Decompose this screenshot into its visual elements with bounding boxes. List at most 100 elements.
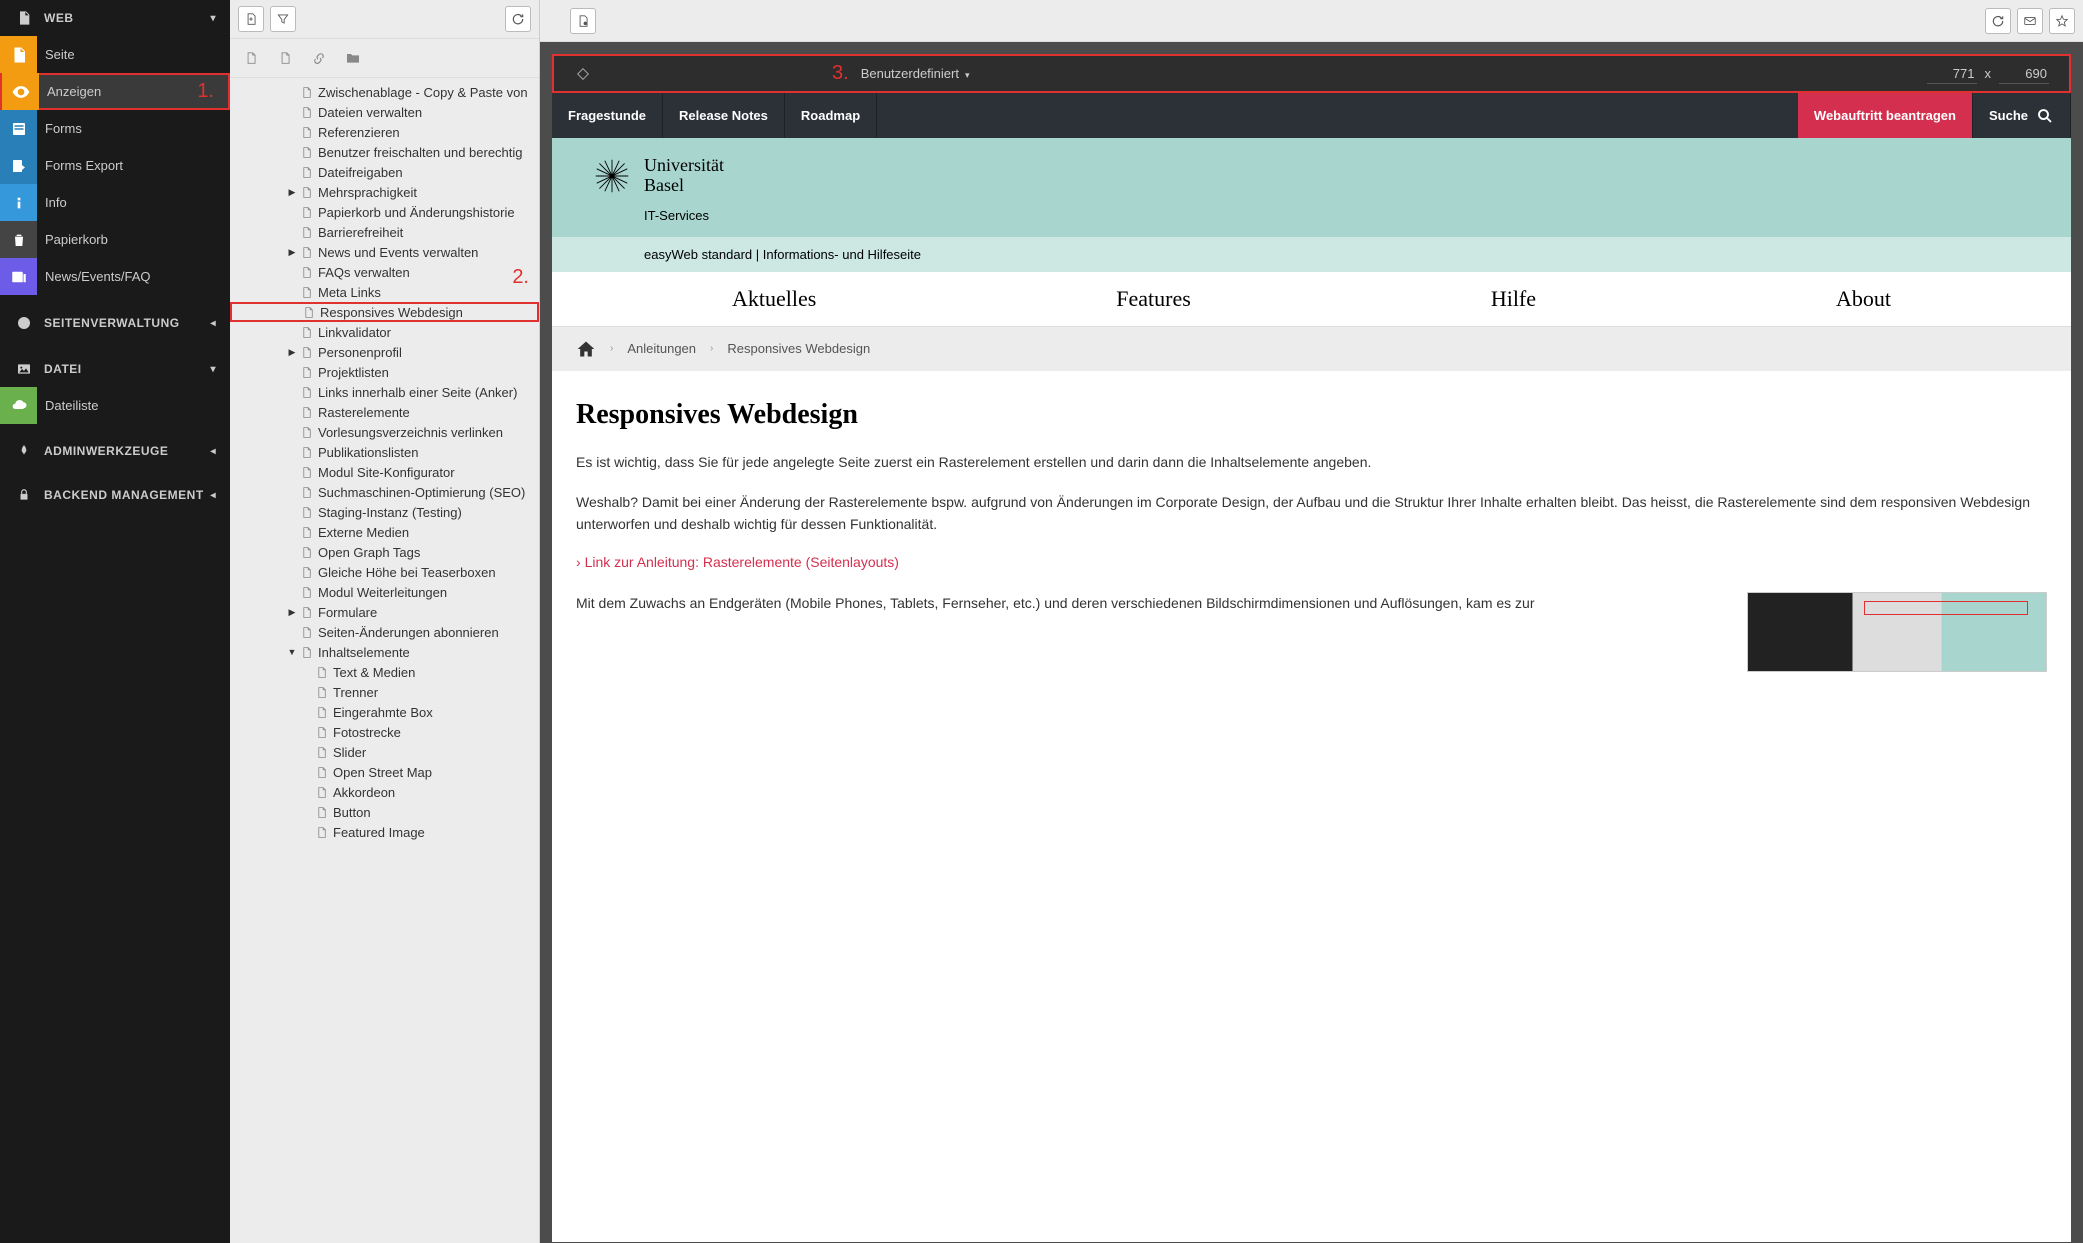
- link-icon[interactable]: [306, 45, 332, 71]
- home-icon[interactable]: [576, 339, 596, 359]
- open-page-button[interactable]: [570, 8, 596, 34]
- tree-item[interactable]: Featured Image: [230, 822, 539, 842]
- sidebar-item-info[interactable]: Info: [0, 184, 230, 221]
- tree-item[interactable]: ▼Inhaltselemente: [230, 642, 539, 662]
- globe-icon: [14, 315, 34, 331]
- tree-item[interactable]: Linkvalidator: [230, 322, 539, 342]
- tree-item[interactable]: Modul Site-Konfigurator: [230, 462, 539, 482]
- tree-item[interactable]: Slider: [230, 742, 539, 762]
- sidebar-item-dateiliste[interactable]: Dateiliste: [0, 387, 230, 424]
- tree-item[interactable]: Zwischenablage - Copy & Paste von: [230, 82, 539, 102]
- tree-item[interactable]: ▶Personenprofil: [230, 342, 539, 362]
- viewport-mode-select[interactable]: Benutzerdefiniert▾: [861, 66, 970, 81]
- tree-item[interactable]: Externe Medien: [230, 522, 539, 542]
- nav-roadmap[interactable]: Roadmap: [785, 93, 877, 138]
- nav-release-notes[interactable]: Release Notes: [663, 93, 785, 138]
- tree-item[interactable]: Text & Medien: [230, 662, 539, 682]
- tree-item[interactable]: Open Street Map: [230, 762, 539, 782]
- tree-item[interactable]: Meta Links: [230, 282, 539, 302]
- tree-item[interactable]: Vorlesungsverzeichnis verlinken: [230, 422, 539, 442]
- sidebar-item-forms-export[interactable]: Forms Export: [0, 147, 230, 184]
- tree-expander[interactable]: ▶: [285, 247, 299, 258]
- tree-item-label: Links innerhalb einer Seite (Anker): [318, 385, 517, 400]
- tree-item[interactable]: Referenzieren: [230, 122, 539, 142]
- sidebar-section-adminwerkzeuge[interactable]: ADMINWERKZEUGE ◂: [0, 434, 230, 468]
- tree-item[interactable]: FAQs verwalten: [230, 262, 539, 282]
- sidebar-item-papierkorb[interactable]: Papierkorb: [0, 221, 230, 258]
- viewport-width-input[interactable]: [1927, 64, 1977, 84]
- breadcrumb-item[interactable]: Anleitungen: [627, 341, 696, 356]
- tree-item[interactable]: Dateifreigaben: [230, 162, 539, 182]
- refresh-preview-button[interactable]: [1985, 8, 2011, 34]
- tree-item[interactable]: Rasterelemente: [230, 402, 539, 422]
- file-icon: [299, 325, 313, 339]
- folder-icon[interactable]: [340, 45, 366, 71]
- section-title: WEB: [44, 11, 74, 25]
- tree-item-label: FAQs verwalten: [318, 265, 410, 280]
- nav-fragestunde[interactable]: Fragestunde: [552, 93, 663, 138]
- mainnav-about[interactable]: About: [1836, 286, 1891, 312]
- cloud-icon: [0, 387, 37, 424]
- sidebar-section-backend[interactable]: BACKEND MANAGEMENT ◂: [0, 478, 230, 512]
- tree-item[interactable]: Akkordeon: [230, 782, 539, 802]
- tree-item[interactable]: ▶Mehrsprachigkeit: [230, 182, 539, 202]
- tree-item[interactable]: Papierkorb und Änderungshistorie: [230, 202, 539, 222]
- sidebar-item-anzeigen[interactable]: Anzeigen 1.: [0, 73, 230, 110]
- mainnav-hilfe[interactable]: Hilfe: [1491, 286, 1536, 312]
- sidebar-item-forms[interactable]: Forms: [0, 110, 230, 147]
- sidebar-item-news[interactable]: News/Events/FAQ: [0, 258, 230, 295]
- tree-item[interactable]: Gleiche Höhe bei Teaserboxen: [230, 562, 539, 582]
- tree-expander[interactable]: ▶: [285, 347, 299, 358]
- filter-button[interactable]: [270, 6, 296, 32]
- sidebar-section-seitenverwaltung[interactable]: SEITENVERWALTUNG ◂: [0, 305, 230, 341]
- tree-item[interactable]: Links innerhalb einer Seite (Anker): [230, 382, 539, 402]
- file-icon: [299, 285, 313, 299]
- tree-item[interactable]: Trenner: [230, 682, 539, 702]
- mainnav-features[interactable]: Features: [1116, 286, 1191, 312]
- rotate-icon[interactable]: [574, 65, 592, 83]
- tree-item[interactable]: Benutzer freischalten und berechtig: [230, 142, 539, 162]
- tree-expander[interactable]: ▼: [285, 647, 299, 657]
- tree-item[interactable]: Responsives Webdesign: [230, 302, 539, 322]
- tree-item[interactable]: Barrierefreiheit: [230, 222, 539, 242]
- tree-item[interactable]: Button: [230, 802, 539, 822]
- file-icon: [314, 825, 328, 839]
- sidebar-item-seite[interactable]: Seite: [0, 36, 230, 73]
- new-page-button[interactable]: [238, 6, 264, 32]
- mainnav-aktuelles[interactable]: Aktuelles: [732, 286, 816, 312]
- tree-expander[interactable]: ▶: [285, 187, 299, 198]
- sidebar-section-datei[interactable]: DATEI ▾: [0, 351, 230, 387]
- tree-item[interactable]: Suchmaschinen-Optimierung (SEO): [230, 482, 539, 502]
- viewport-height-input[interactable]: [1999, 64, 2049, 84]
- file-icon: [299, 525, 313, 539]
- page-title: Responsives Webdesign: [576, 399, 2047, 431]
- viewport-bar[interactable]: 3. Benutzerdefiniert▾ x: [552, 54, 2071, 93]
- export-file-icon[interactable]: [272, 45, 298, 71]
- tree-item[interactable]: Fotostrecke: [230, 722, 539, 742]
- tree-item[interactable]: ▶Formulare: [230, 602, 539, 622]
- favorite-button[interactable]: [2049, 8, 2075, 34]
- content-link[interactable]: Link zur Anleitung: Rasterelemente (Seit…: [576, 554, 899, 570]
- nav-webauftritt[interactable]: Webauftritt beantragen: [1798, 93, 1973, 138]
- chevron-down-icon: ▾: [210, 13, 216, 24]
- tree-item[interactable]: Seiten-Änderungen abonnieren: [230, 622, 539, 642]
- sidebar-section-web[interactable]: WEB ▾: [0, 0, 230, 36]
- content-thumbnail: [1747, 592, 2047, 672]
- tree-item[interactable]: Publikationslisten: [230, 442, 539, 462]
- refresh-button[interactable]: [505, 6, 531, 32]
- tree-item[interactable]: Projektlisten: [230, 362, 539, 382]
- tree-item[interactable]: Modul Weiterleitungen: [230, 582, 539, 602]
- file-icon: [301, 305, 315, 319]
- file-icon: [299, 365, 313, 379]
- file-icon: [314, 765, 328, 779]
- nav-suche[interactable]: Suche: [1973, 93, 2071, 138]
- tree-item[interactable]: Dateien verwalten: [230, 102, 539, 122]
- site-header: Universität Basel IT-Services: [552, 138, 2071, 237]
- tree-item[interactable]: Eingerahmte Box: [230, 702, 539, 722]
- tree-item[interactable]: Open Graph Tags: [230, 542, 539, 562]
- mail-button[interactable]: [2017, 8, 2043, 34]
- tree-expander[interactable]: ▶: [285, 607, 299, 618]
- tree-item[interactable]: ▶News und Events verwalten: [230, 242, 539, 262]
- tree-item[interactable]: Staging-Instanz (Testing): [230, 502, 539, 522]
- file-icon[interactable]: [238, 45, 264, 71]
